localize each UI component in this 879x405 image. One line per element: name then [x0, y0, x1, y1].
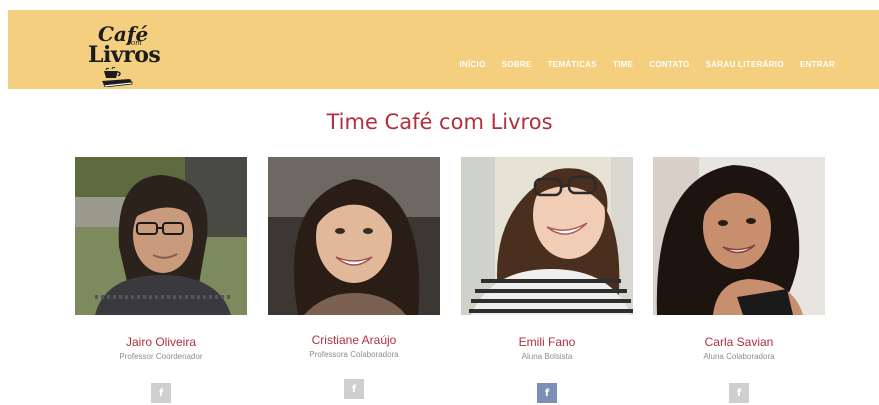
member-role: Aluna Colaboradora — [703, 352, 775, 361]
nav-sobre[interactable]: SOBRE — [502, 60, 532, 69]
member-name: Carla Savian — [704, 335, 774, 349]
nav-tematicas[interactable]: TEMÁTICAS — [548, 60, 597, 69]
member-role: Aluna Bolsista — [521, 352, 573, 361]
main-nav: INÍCIO SOBRE TEMÁTICAS TIME CONTATO SARA… — [459, 60, 835, 69]
nav-inicio[interactable]: INÍCIO — [459, 60, 485, 69]
team-member-card: Cristiane Araújo Professora Colaboradora… — [268, 157, 440, 400]
member-photo — [75, 157, 247, 315]
member-name: Emili Fano — [518, 335, 576, 349]
nav-contato[interactable]: CONTATO — [649, 60, 689, 69]
team-member-card: Carla Savian Aluna Colaboradora f — [653, 157, 825, 403]
page-title: Time Café com Livros — [326, 110, 553, 134]
member-name: Cristiane Araújo — [311, 333, 397, 347]
team-grid: Jairo Oliveira Professor Coordenador f C… — [75, 157, 827, 403]
site-header: Café com Livros INÍCIO SOBRE TEMÁTICAS T… — [8, 10, 879, 89]
member-photo — [268, 157, 440, 315]
site-logo[interactable]: Café com Livros — [84, 22, 161, 88]
team-member-card: Jairo Oliveira Professor Coordenador f — [75, 157, 247, 403]
coffee-book-icon — [102, 67, 133, 87]
facebook-icon[interactable]: f — [537, 383, 557, 403]
member-photo — [461, 157, 633, 315]
nav-sarau-literario[interactable]: SARAU LITERÁRIO — [706, 60, 784, 69]
member-photo — [653, 157, 825, 315]
nav-entrar[interactable]: ENTRAR — [800, 60, 835, 69]
team-member-card: Emili Fano Aluna Bolsista f — [461, 157, 633, 403]
nav-time[interactable]: TIME — [613, 60, 633, 69]
facebook-icon[interactable]: f — [151, 383, 171, 403]
facebook-icon[interactable]: f — [344, 379, 364, 399]
member-name: Jairo Oliveira — [125, 335, 197, 349]
member-role: Professor Coordenador — [119, 352, 203, 361]
logo-text-livros: Livros — [88, 42, 161, 68]
member-role: Professora Colaboradora — [309, 350, 399, 359]
facebook-icon[interactable]: f — [729, 383, 749, 403]
